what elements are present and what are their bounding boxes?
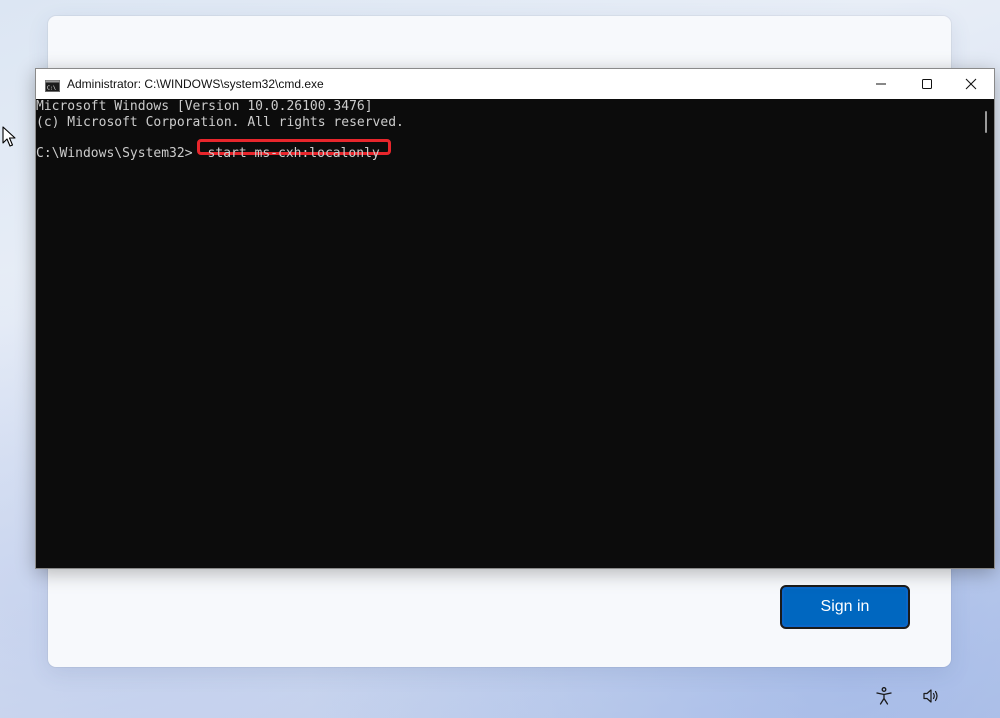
- console-prompt: C:\Windows\System32>: [36, 146, 193, 161]
- accessibility-icon[interactable]: [872, 684, 896, 708]
- mouse-cursor-icon: [2, 126, 16, 148]
- minimize-icon: [876, 83, 886, 85]
- svg-text:C:\: C:\: [47, 86, 56, 92]
- maximize-icon: [922, 79, 932, 89]
- sign-in-button[interactable]: Sign in: [780, 585, 910, 629]
- console-prompt-line: C:\Windows\System32> start ms-cxh:localo…: [36, 139, 391, 162]
- volume-icon[interactable]: [919, 684, 943, 708]
- console-line-copyright: (c) Microsoft Corporation. All rights re…: [36, 115, 404, 130]
- cmd-icon: C:\: [45, 77, 60, 92]
- cmd-titlebar[interactable]: C:\ Administrator: C:\WINDOWS\system32\c…: [36, 69, 994, 99]
- console-scrollbar[interactable]: [977, 99, 994, 568]
- cmd-window-title: Administrator: C:\WINDOWS\system32\cmd.e…: [67, 77, 324, 91]
- close-button[interactable]: [948, 69, 994, 99]
- sign-in-button-label: Sign in: [784, 589, 906, 625]
- cmd-window[interactable]: C:\ Administrator: C:\WINDOWS\system32\c…: [35, 68, 995, 569]
- close-icon: [965, 78, 977, 90]
- console-output[interactable]: Microsoft Windows [Version 10.0.26100.34…: [36, 99, 994, 568]
- highlighted-command: start ms-cxh:localonly: [196, 139, 391, 161]
- scrollbar-thumb[interactable]: [985, 111, 987, 133]
- maximize-button[interactable]: [904, 69, 950, 99]
- console-command: start ms-cxh:localonly: [207, 146, 380, 161]
- minimize-button[interactable]: [858, 69, 904, 99]
- console-line-version: Microsoft Windows [Version 10.0.26100.34…: [36, 99, 373, 114]
